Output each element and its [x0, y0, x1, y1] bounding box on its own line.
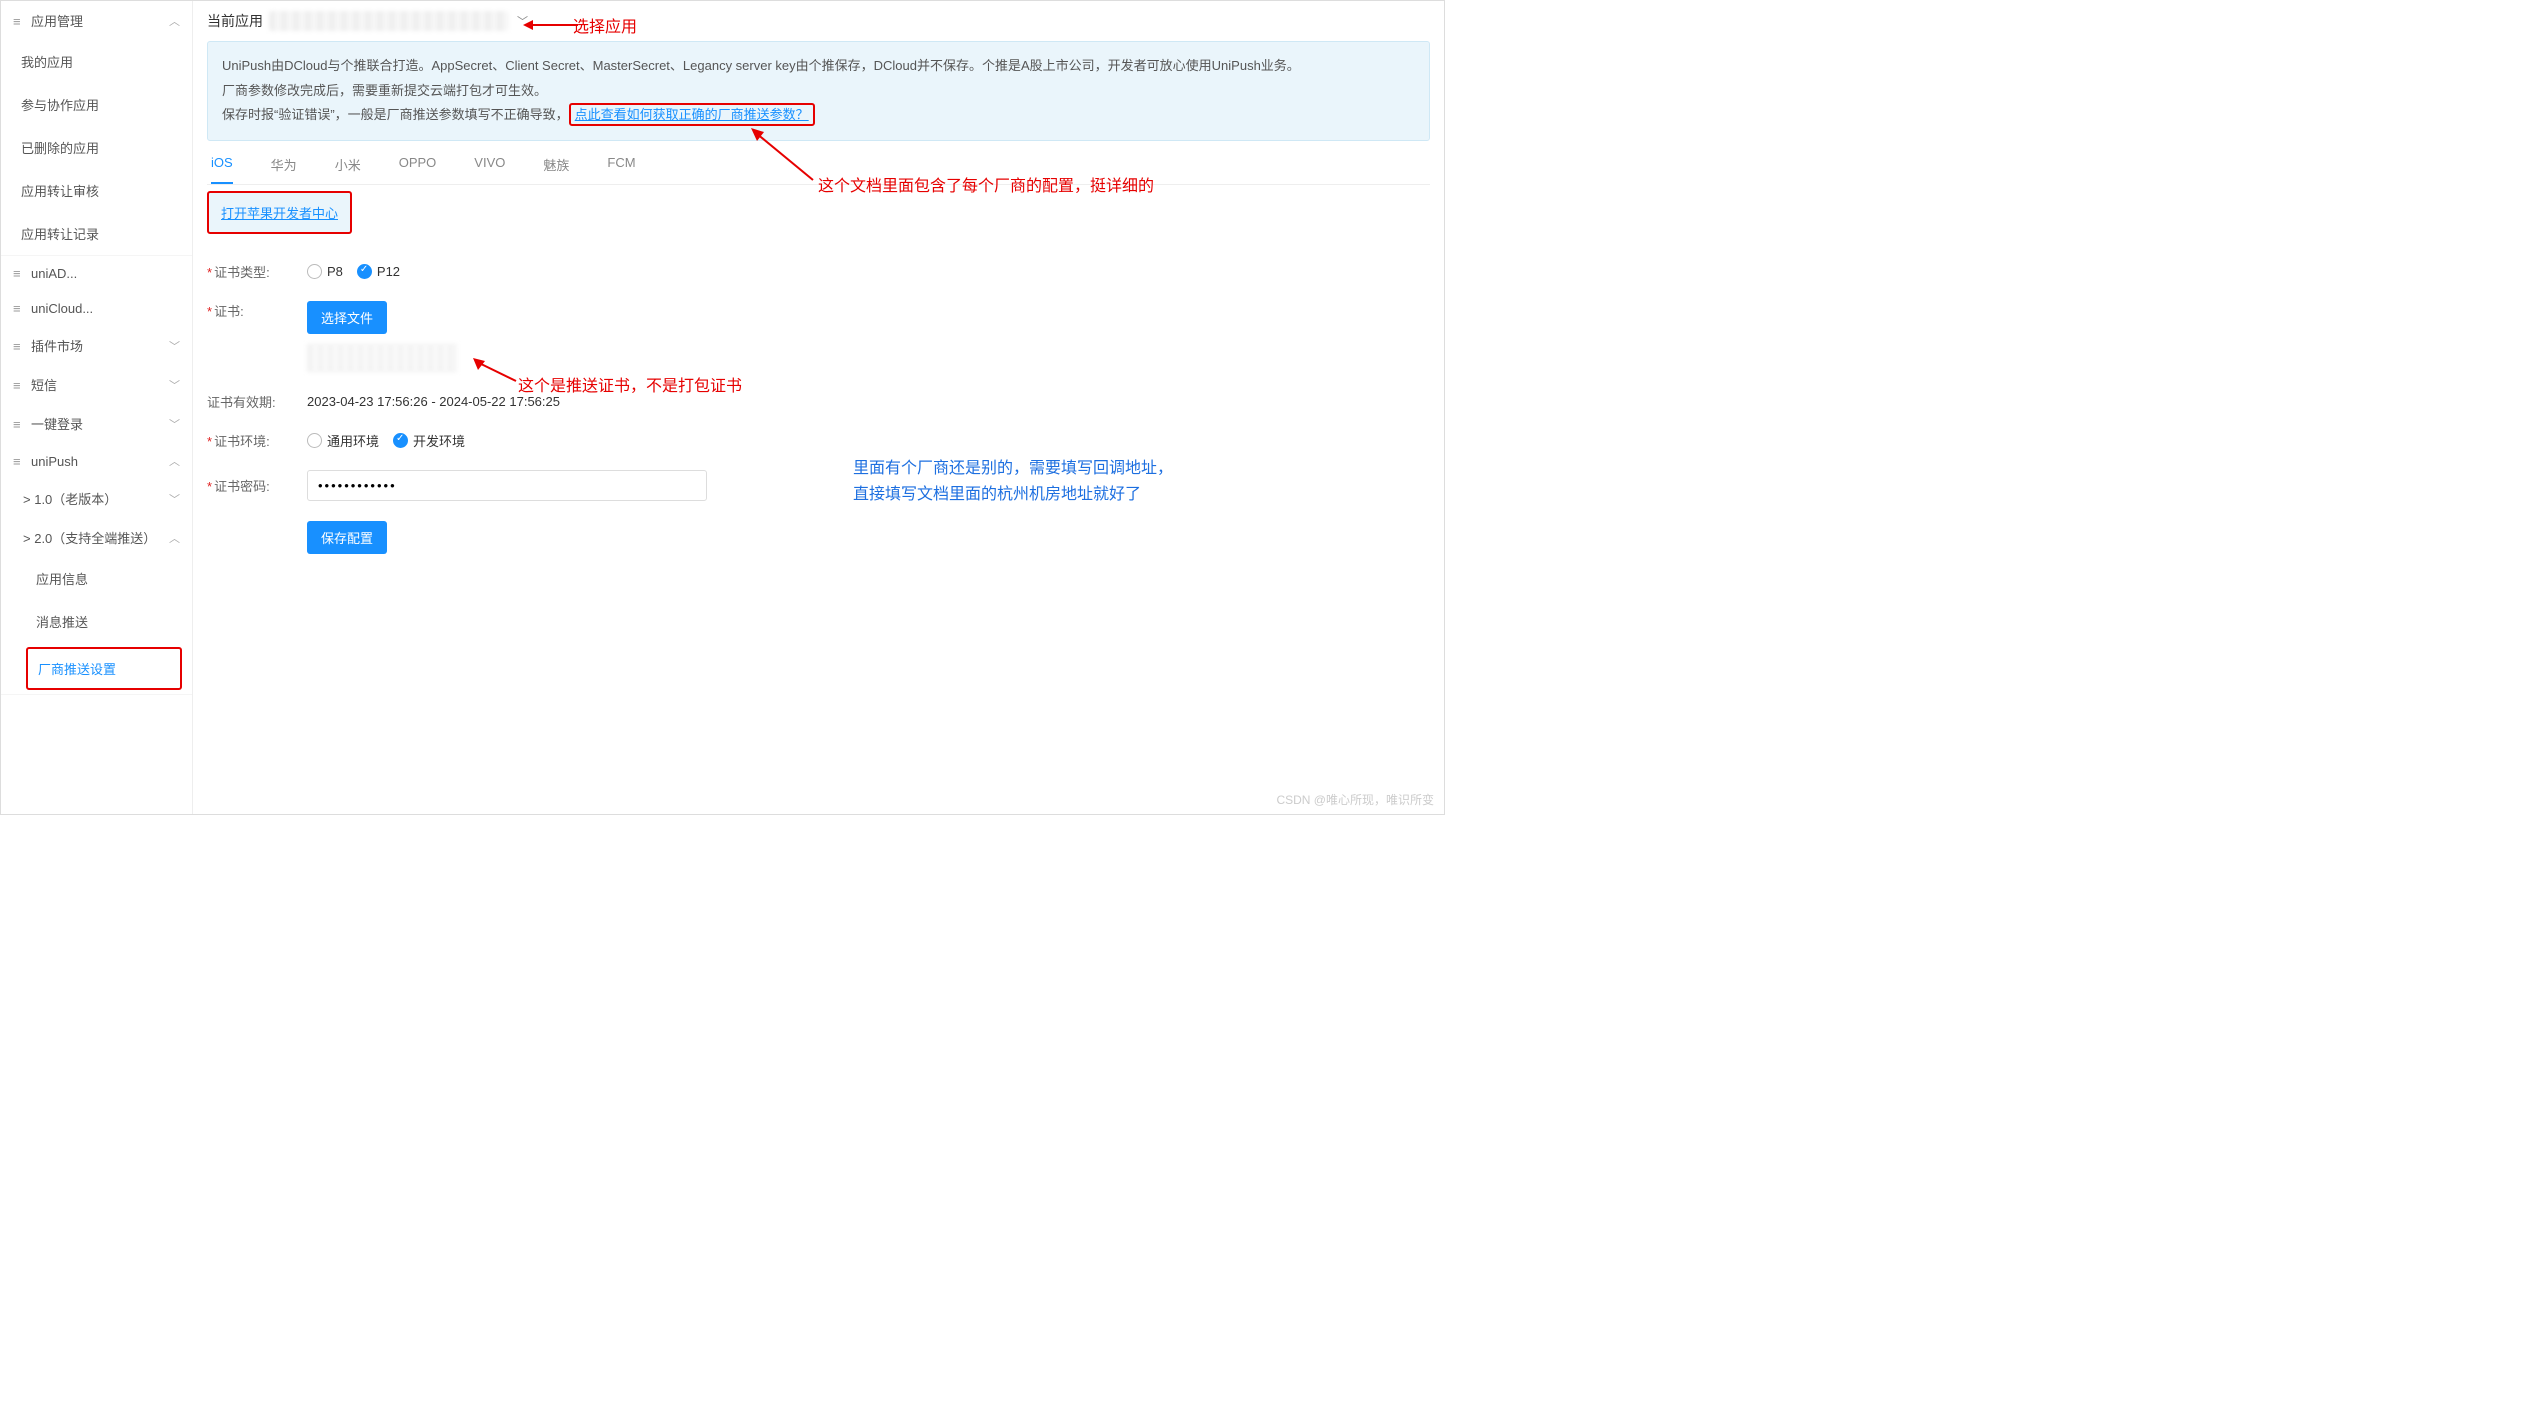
- menu-icon: [13, 14, 25, 24]
- sidebar-item-transfer-review[interactable]: 应用转让审核: [1, 169, 192, 212]
- apple-dev-link[interactable]: 打开苹果开发者中心: [221, 206, 338, 221]
- watermark: CSDN @唯心所现，唯识所变: [1276, 791, 1434, 808]
- radio-env-dev-label: 开发环境: [413, 431, 465, 450]
- sidebar-group-unipush[interactable]: uniPush ︿: [1, 443, 192, 479]
- sidebar-group-oneclick[interactable]: 一键登录 ﹀: [1, 404, 192, 443]
- radio-p8-label: P8: [327, 264, 343, 279]
- sidebar-oneclick-label: 一键登录: [31, 417, 83, 432]
- apple-dev-link-row: 打开苹果开发者中心: [207, 191, 352, 234]
- sidebar-unipush-label: uniPush: [31, 454, 78, 469]
- choose-file-button[interactable]: 选择文件: [307, 301, 387, 334]
- menu-icon: [13, 301, 25, 311]
- chevron-down-icon: ﹀: [169, 338, 180, 354]
- tab-huawei[interactable]: 华为: [271, 155, 297, 184]
- menu-icon: [13, 454, 25, 464]
- tab-oppo[interactable]: OPPO: [399, 155, 437, 184]
- sidebar-group-app-label: 应用管理: [31, 14, 83, 29]
- radio-p8[interactable]: P8: [307, 264, 343, 279]
- sidebar-item-deleted[interactable]: 已删除的应用: [1, 126, 192, 169]
- tab-vivo[interactable]: VIVO: [474, 155, 505, 184]
- sidebar-group-app[interactable]: 应用管理 ︿: [1, 1, 192, 40]
- info-line3-text: 保存时报“验证错误”，一般是厂商推送参数填写不正确导致，: [222, 107, 569, 122]
- radio-env-general-label: 通用环境: [327, 431, 379, 450]
- chevron-down-icon: ﹀: [169, 491, 180, 507]
- vendor-params-link[interactable]: 点此查看如何获取正确的厂商推送参数？: [569, 103, 815, 126]
- sidebar-group-uniad[interactable]: uniAD...: [1, 256, 192, 291]
- ios-form: *证书类型: P8 P12 *证书: 选择文件 证书有效期: 2023-04-2…: [207, 234, 1430, 564]
- pw-label: *证书密码:: [207, 476, 307, 495]
- cert-file-preview: [307, 344, 457, 372]
- info-line1: UniPush由DCloud与个推联合打造。AppSecret、Client S…: [222, 54, 1415, 79]
- radio-p12-label: P12: [377, 264, 400, 279]
- sidebar-item-appinfo[interactable]: 应用信息: [1, 557, 192, 600]
- sidebar-sms-label: 短信: [31, 378, 57, 393]
- cert-label: *证书:: [207, 301, 307, 320]
- menu-icon: [13, 266, 25, 276]
- chevron-down-icon: ﹀: [169, 416, 180, 432]
- sidebar-item-transfer-log[interactable]: 应用转让记录: [1, 212, 192, 255]
- sidebar-v1-label: 1.0（老版本）: [34, 492, 117, 507]
- sidebar-plugins-label: 插件市场: [31, 339, 83, 354]
- sidebar: 应用管理 ︿ 我的应用 参与协作应用 已删除的应用 应用转让审核 应用转让记录 …: [1, 1, 193, 814]
- info-line2: 厂商参数修改完成后，需要重新提交云端打包才可生效。: [222, 79, 1415, 104]
- app-dropdown[interactable]: ﹀: [517, 13, 528, 29]
- menu-icon: [13, 339, 25, 349]
- tab-xiaomi[interactable]: 小米: [335, 155, 361, 184]
- chevron-up-icon: ︿: [169, 453, 180, 469]
- env-label: *证书环境:: [207, 431, 307, 450]
- menu-icon: [13, 378, 25, 388]
- info-line3: 保存时报“验证错误”，一般是厂商推送参数填写不正确导致，点此查看如何获取正确的厂…: [222, 103, 1415, 128]
- sidebar-item-myapps[interactable]: 我的应用: [1, 40, 192, 83]
- sidebar-item-v2[interactable]: > 2.0（支持全端推送） ︿: [1, 518, 192, 557]
- cert-password-input[interactable]: [307, 470, 707, 501]
- sidebar-group-sms[interactable]: 短信 ﹀: [1, 365, 192, 404]
- sidebar-v2-label: 2.0（支持全端推送）: [34, 531, 156, 546]
- tab-meizu[interactable]: 魅族: [543, 155, 569, 184]
- cert-type-label: *证书类型:: [207, 262, 307, 281]
- sidebar-group-unicloud[interactable]: uniCloud...: [1, 291, 192, 326]
- radio-env-general[interactable]: 通用环境: [307, 431, 379, 450]
- sidebar-item-vendorpush[interactable]: 厂商推送设置: [26, 647, 182, 690]
- save-config-button[interactable]: 保存配置: [307, 521, 387, 554]
- radio-env-dev[interactable]: 开发环境: [393, 431, 465, 450]
- sidebar-item-collab[interactable]: 参与协作应用: [1, 83, 192, 126]
- radio-p12[interactable]: P12: [357, 264, 400, 279]
- menu-icon: [13, 417, 25, 427]
- tab-fcm[interactable]: FCM: [607, 155, 635, 184]
- chevron-up-icon: ︿: [169, 13, 180, 29]
- validity-value: 2023-04-23 17:56:26 - 2024-05-22 17:56:2…: [307, 394, 560, 409]
- current-app-name: [269, 11, 509, 31]
- vendor-tabs: iOS 华为 小米 OPPO VIVO 魅族 FCM: [207, 141, 1430, 185]
- validity-label: 证书有效期:: [207, 392, 307, 411]
- sidebar-group-plugins[interactable]: 插件市场 ﹀: [1, 326, 192, 365]
- sidebar-unicloud-label: uniCloud...: [31, 301, 93, 316]
- tab-ios[interactable]: iOS: [211, 155, 233, 184]
- sidebar-item-v1[interactable]: > 1.0（老版本） ﹀: [1, 479, 192, 518]
- info-banner: UniPush由DCloud与个推联合打造。AppSecret、Client S…: [207, 41, 1430, 141]
- current-app-label: 当前应用: [207, 11, 263, 31]
- main-panel: 当前应用 ﹀ UniPush由DCloud与个推联合打造。AppSecret、C…: [193, 1, 1444, 814]
- sidebar-uniad-label: uniAD...: [31, 266, 77, 281]
- sidebar-item-msgpush[interactable]: 消息推送: [1, 600, 192, 643]
- topbar: 当前应用 ﹀: [207, 1, 1430, 41]
- chevron-down-icon: ﹀: [169, 377, 180, 393]
- chevron-up-icon: ︿: [169, 530, 180, 546]
